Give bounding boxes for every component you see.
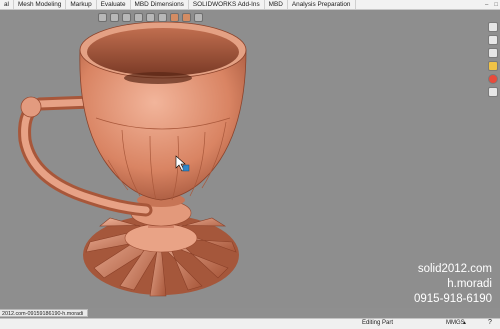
tab-mbd[interactable]: MBD [265,0,288,9]
tab-mbd-dimensions[interactable]: MBD Dimensions [131,0,189,9]
tab-0[interactable]: al [0,0,14,9]
view-orientation-icon[interactable] [110,12,119,22]
display-icon[interactable] [194,12,203,22]
view-palette-icon[interactable] [488,61,498,71]
hide-show-icon[interactable] [146,12,155,22]
command-manager-tabs: al Mesh Modeling Markup Evaluate MBD Dim… [0,0,500,10]
window-controls: – □ [485,0,498,9]
help-icon[interactable]: ? [488,319,492,326]
watermark-author: h.moradi [447,278,492,290]
restore-icon[interactable]: □ [494,2,498,8]
display-style-icon[interactable] [122,12,131,22]
tab-solidworks-addins[interactable]: SOLIDWORKS Add-Ins [189,0,265,9]
appearance-icon[interactable] [170,12,179,22]
chevron-up-icon[interactable]: ▲ [462,320,467,326]
tab-markup[interactable]: Markup [66,0,97,9]
scene-icon[interactable] [182,12,191,22]
design-library-icon[interactable] [488,35,498,45]
zoom-icon[interactable] [98,12,107,22]
watermark: solid2012.com h.moradi 0915-918-6190 [392,262,492,307]
status-mode: Editing Part [362,320,394,326]
section-view-icon[interactable] [134,12,143,22]
heads-up-view-toolbar [98,11,203,23]
tab-mesh-modeling[interactable]: Mesh Modeling [14,0,67,9]
cup-bowl [79,21,247,201]
minimize-icon[interactable]: – [485,2,488,8]
status-bar: Editing Part MMGS ▲ ? [0,318,500,329]
tab-evaluate[interactable]: Evaluate [97,0,131,9]
document-tab[interactable]: 2012.com-09159186190-h.moradi [0,309,88,317]
tab-analysis-preparation[interactable]: Analysis Preparation [288,0,356,9]
file-explorer-icon[interactable] [488,48,498,58]
resources-icon[interactable] [488,22,498,32]
task-pane-tabs [486,22,500,97]
watermark-website: solid2012.com [417,263,492,275]
appearances-icon[interactable] [488,74,498,84]
view-settings-icon[interactable] [158,12,167,22]
custom-properties-icon[interactable] [488,87,498,97]
watermark-phone: 0915-918-6190 [413,293,492,305]
